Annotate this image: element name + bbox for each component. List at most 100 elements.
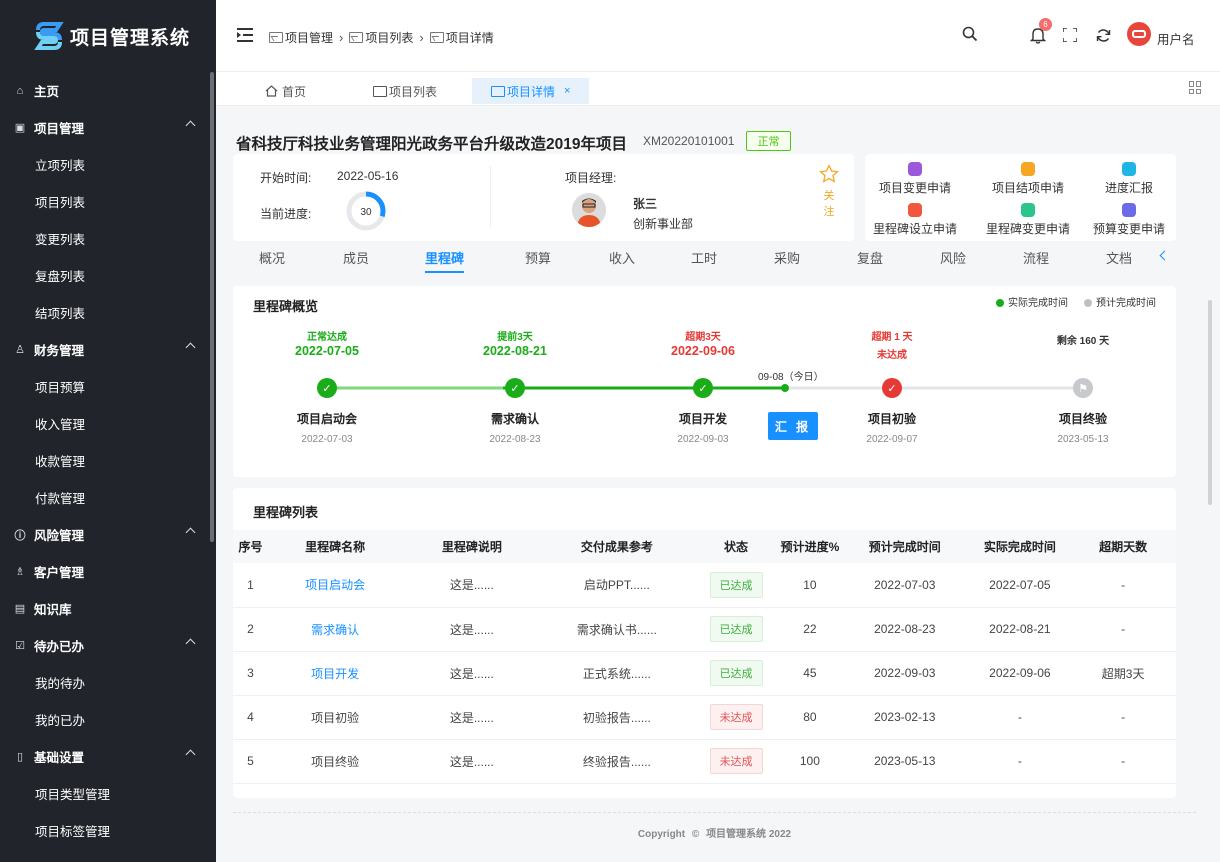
subnav-tab[interactable]: 采购 <box>774 248 800 267</box>
subnav-tab[interactable]: 复盘 <box>857 248 883 267</box>
breadcrumb-item[interactable]: 项目列表 <box>365 29 413 46</box>
action-icon <box>1021 203 1035 217</box>
table-cell-deliverable: 初验报告...... <box>582 710 651 725</box>
table-cell-progress: 22 <box>803 622 817 636</box>
close-icon[interactable]: × <box>564 85 570 97</box>
sidebar-item[interactable]: ▣ 项目管理 <box>0 109 216 146</box>
sidebar-item[interactable]: 项目类型管理 <box>0 775 216 812</box>
fullscreen-icon[interactable] <box>1063 28 1077 42</box>
sidebar-item[interactable]: 变更列表 <box>0 220 216 257</box>
sidebar-item[interactable]: 项目列表 <box>0 183 216 220</box>
sidebar-item[interactable]: ⌂ 主页 <box>0 72 216 109</box>
sidebar-item[interactable]: ♙ 财务管理 <box>0 331 216 368</box>
sidebar-item-label: 收款管理 <box>35 455 86 469</box>
subnav-tab[interactable]: 概况 <box>259 248 285 267</box>
milestone: 超期3天 2022-09-06 <box>643 328 763 364</box>
sidebar-item[interactable]: 立项列表 <box>0 146 216 183</box>
follow-button[interactable]: 关注 <box>818 163 840 219</box>
quick-action-button[interactable]: 预算变更申请 <box>1079 203 1179 237</box>
user-name[interactable]: 用户名 <box>1157 29 1195 48</box>
user-icon: ♙ <box>15 344 25 356</box>
table-cell-name: 项目初验 <box>311 710 360 725</box>
sidebar-item[interactable]: 项目标签管理 <box>0 812 216 849</box>
sidebar-item[interactable]: ⓘ 风险管理 <box>0 516 216 553</box>
column-header: 实际完成时间 <box>983 540 1056 554</box>
image-icon <box>269 32 283 43</box>
sidebar-item[interactable]: 付款管理 <box>0 479 216 516</box>
quick-action-button[interactable]: 项目变更申请 <box>865 162 965 196</box>
report-button[interactable]: 汇 报 <box>768 412 818 440</box>
milestone-label: 需求确认 2022-08-23 <box>455 410 575 445</box>
milestone-plan-date: 2022-09-03 <box>677 434 729 445</box>
search-icon[interactable] <box>962 26 978 42</box>
action-label: 项目变更申请 <box>878 181 951 195</box>
subnav-tab[interactable]: 收入 <box>609 248 635 267</box>
sidebar-item[interactable]: ▤ 知识库 <box>0 590 216 627</box>
column-header: 预计完成时间 <box>868 540 941 554</box>
subnav-tab[interactable]: 工时 <box>691 248 717 267</box>
sidebar-item-label: 收入管理 <box>35 418 86 432</box>
refresh-icon[interactable] <box>1096 28 1111 43</box>
table-cell-name[interactable]: 需求确认 <box>268 607 402 651</box>
customers-icon: ♗ <box>15 566 25 578</box>
sidebar-item-label: 结项列表 <box>35 307 86 321</box>
sidebar-item[interactable]: 结项列表 <box>0 294 216 331</box>
table-cell-progress: 80 <box>803 710 817 724</box>
subnav-tab[interactable]: 里程碑 <box>425 248 465 273</box>
subnav-tab[interactable]: 文档 <box>1106 248 1132 267</box>
quick-action-button[interactable]: 里程碑设立申请 <box>865 203 965 237</box>
sidebar-item[interactable]: 我的已办 <box>0 701 216 738</box>
quick-action-button[interactable]: 项目结项申请 <box>978 162 1078 196</box>
sidebar-item[interactable]: 收入管理 <box>0 405 216 442</box>
milestone-name: 项目终验 <box>1058 412 1107 426</box>
action-icon <box>1122 203 1136 217</box>
detail-subnav: 概况 成员 里程碑 预算 收入 工时 采购 复盘 风险 流程 文档 <box>233 242 1176 274</box>
subnav-tab[interactable]: 流程 <box>1023 248 1049 267</box>
sidebar-item[interactable]: 收款管理 <box>0 442 216 479</box>
user-avatar[interactable] <box>1127 22 1151 46</box>
sidebar-item[interactable]: ☑ 待办已办 <box>0 627 216 664</box>
menu-fold-icon[interactable] <box>237 28 253 42</box>
table-row: 2 需求确认 这是...... 需求确认书...... 已达成 22 2022-08-23 2… <box>233 607 1176 651</box>
tab-project-detail[interactable]: 项目详情 × <box>472 78 590 104</box>
milestone-status: 超期3天 <box>685 332 721 343</box>
sidebar-item[interactable]: ▯ 基础设置 <box>0 738 216 775</box>
table-cell-deliverable: 需求确认书...... <box>576 622 657 637</box>
subnav-tab[interactable]: 成员 <box>343 248 369 267</box>
tab-home[interactable]: 首页 <box>265 78 306 104</box>
sidebar-item-label: 风险管理 <box>34 529 85 543</box>
table-cell-name[interactable]: 项目开发 <box>268 651 402 695</box>
image-icon <box>429 32 444 43</box>
notification-button[interactable]: 6 <box>1029 18 1052 44</box>
subnav-tab[interactable]: 风险 <box>940 248 966 267</box>
status-badge: 正常 <box>746 131 791 151</box>
page-scrollbar[interactable] <box>1208 300 1212 505</box>
check-icon: ✓ <box>882 378 902 398</box>
sidebar-item-label: 复盘列表 <box>35 270 86 284</box>
action-icon <box>908 203 922 217</box>
quick-action-button[interactable]: 里程碑变更申请 <box>978 203 1078 237</box>
app-title: 项目管理系统 <box>70 27 191 49</box>
sidebar-scrollbar[interactable] <box>210 72 214 542</box>
chevron-left-icon[interactable] <box>1159 250 1170 261</box>
sidebar-item[interactable]: 复盘列表 <box>0 257 216 294</box>
sidebar-item[interactable]: ♗ 客户管理 <box>0 553 216 590</box>
subnav-tab[interactable]: 预算 <box>525 248 551 267</box>
table-cell-status: 未达成 <box>692 695 779 739</box>
sidebar-item[interactable]: 我的待办 <box>0 664 216 701</box>
table-header-row: 序号 里程碑名称 里程碑说明 交付成果参考 状态 预计进度% 预计完成时间 实际完成时间 超期天… <box>233 530 1176 563</box>
grid-icon[interactable] <box>1189 81 1202 94</box>
table-cell-desc: 这是...... <box>449 710 494 725</box>
table-cell-name[interactable]: 项目启动会 <box>268 563 402 607</box>
sidebar-item[interactable]: 项目预算 <box>0 368 216 405</box>
table-row: 1 项目启动会 这是...... 启动PPT...... 已达成 10 2022-07-03… <box>233 563 1176 607</box>
breadcrumb-item[interactable]: 项目管理 <box>285 29 333 46</box>
table-cell-no: 2 <box>247 622 254 636</box>
progress-ring: 30 <box>346 191 386 231</box>
quick-action-button[interactable]: 进度汇报 <box>1079 162 1179 196</box>
table-cell-deliverable: 正式系统...... <box>582 666 651 681</box>
milestone: 剩余 160 天 <box>1023 328 1143 350</box>
chevron-up-icon <box>185 638 196 649</box>
app-logo[interactable]: 项目管理系统 <box>0 0 216 72</box>
tab-project-list[interactable]: 项目列表 <box>373 78 437 104</box>
